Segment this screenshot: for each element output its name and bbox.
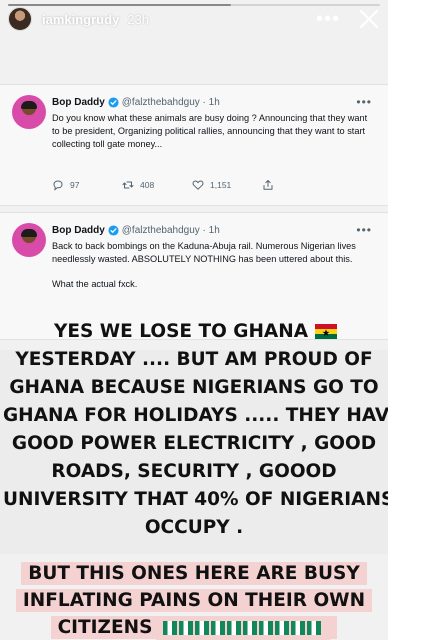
tweet-text: Do you know what these animals are busy … <box>52 112 374 151</box>
caption-text: GHANA FOR HOLIDAYS ..... THEY HAVE <box>3 405 388 426</box>
caption-text: ROADS, SECURITY , GOOOD <box>51 461 337 482</box>
tweet-author-name[interactable]: Bop Daddy <box>52 225 105 236</box>
nigeria-flag-emoji <box>195 621 210 635</box>
retweet-action[interactable]: 408 <box>122 179 192 191</box>
caption-text: INFLATING PAINS ON THEIR OWN <box>15 589 373 612</box>
caption-line-highlight: BUT THIS ONES HERE ARE BUSY <box>0 562 388 586</box>
close-icon[interactable] <box>358 8 380 30</box>
tweet-paragraph: Do you know what these animals are busy … <box>52 113 368 149</box>
caption-line-highlight: CITIZENS <box>0 616 388 640</box>
nigeria-flag-emoji <box>179 621 194 635</box>
avatar[interactable] <box>12 95 46 129</box>
tweet-header: Bop Daddy @falzthebahdguy · 1h ••• <box>52 223 372 237</box>
caption-line: YESTERDAY .... BUT AM PROUD OF <box>0 348 388 372</box>
nigeria-flag-emoji <box>156 617 331 640</box>
tweet-actions: 97 408 1,151 <box>52 177 332 193</box>
like-count: 1,151 <box>210 180 232 190</box>
tweet-handle[interactable]: @falzthebahdguy · 1h <box>122 97 220 108</box>
caption-text: YES WE LOSE TO GHANA <box>53 321 309 342</box>
caption-text: BUT THIS ONES HERE ARE BUSY <box>21 562 367 585</box>
ghana-flag-emoji <box>315 324 338 339</box>
nigeria-flag-emoji <box>275 621 290 635</box>
page-margin <box>388 0 422 640</box>
caption-text: CITIZENS <box>50 616 338 640</box>
share-icon <box>263 180 273 190</box>
tweet-card[interactable]: Bop Daddy @falzthebahdguy · 1h ••• Do yo… <box>0 84 388 206</box>
caption-line: GHANA BECAUSE NIGERIANS GO TO <box>0 376 388 400</box>
story-progress-bar <box>8 4 380 6</box>
caption-word: CITIZENS <box>57 617 153 638</box>
heart-icon <box>192 180 204 190</box>
verified-badge-icon <box>108 96 119 108</box>
story-actions: ••• <box>316 8 380 30</box>
caption-text: GOOD POWER ELECTRICITY , GOOD <box>11 433 377 454</box>
avatar[interactable] <box>12 223 46 257</box>
caption-line: GOOD POWER ELECTRICITY , GOOD <box>0 432 388 456</box>
story-timestamp: 23h <box>127 11 149 27</box>
more-horizontal-icon[interactable]: ••• <box>356 95 372 109</box>
more-horizontal-icon[interactable]: ••• <box>356 223 372 237</box>
caption-line: OCCUPY . <box>0 516 388 540</box>
reply-icon <box>53 180 63 191</box>
nigeria-flag-emoji <box>243 621 258 635</box>
caption-line: GHANA FOR HOLIDAYS ..... THEY HAVE <box>0 404 388 428</box>
nigeria-flag-emoji <box>211 621 226 635</box>
tweet-handle[interactable]: @falzthebahdguy · 1h <box>122 225 220 236</box>
caption-line: YES WE LOSE TO GHANA <box>0 320 388 344</box>
retweet-icon <box>122 181 134 189</box>
reply-action[interactable]: 97 <box>52 179 122 191</box>
tweet-text: Back to back bombings on the Kaduna-Abuj… <box>52 240 374 291</box>
story-viewer: iamkingrudy 23h ••• Bop Daddy @falztheba… <box>0 0 388 640</box>
caption-text: YESTERDAY .... BUT AM PROUD OF <box>15 349 373 370</box>
verified-badge-icon <box>108 224 119 236</box>
avatar[interactable] <box>8 7 32 31</box>
nigeria-flag-emoji <box>163 621 178 635</box>
nigeria-flag-emoji <box>291 621 306 635</box>
nigeria-flag-emoji <box>259 621 274 635</box>
retweet-count: 408 <box>140 180 155 190</box>
caption-text: OCCUPY . <box>144 517 244 538</box>
nigeria-flag-emoji <box>227 621 242 635</box>
story-username[interactable]: iamkingrudy <box>42 12 119 27</box>
reply-count: 97 <box>70 180 80 190</box>
tweet-header: Bop Daddy @falzthebahdguy · 1h ••• <box>52 95 372 109</box>
caption-line: ROADS, SECURITY , GOOOD <box>0 460 388 484</box>
caption-line: UNIVERSITY THAT 40% OF NIGERIANS <box>0 488 388 512</box>
story-header: iamkingrudy 23h ••• <box>8 7 380 31</box>
tweet-author-name[interactable]: Bop Daddy <box>52 97 105 108</box>
like-action[interactable]: 1,151 <box>192 179 262 191</box>
caption-line-highlight: INFLATING PAINS ON THEIR OWN <box>0 589 388 613</box>
tweet-paragraph: Back to back bombings on the Kaduna-Abuj… <box>52 241 356 264</box>
nigeria-flag-emoji <box>307 621 322 635</box>
caption-text: GHANA BECAUSE NIGERIANS GO TO <box>9 377 379 398</box>
tweet-paragraph: What the actual fxck. <box>52 279 138 289</box>
story-progress-fill <box>8 4 232 6</box>
share-action[interactable] <box>262 179 332 191</box>
more-horizontal-icon[interactable]: ••• <box>316 9 340 29</box>
caption-text: UNIVERSITY THAT 40% OF NIGERIANS <box>3 489 388 510</box>
